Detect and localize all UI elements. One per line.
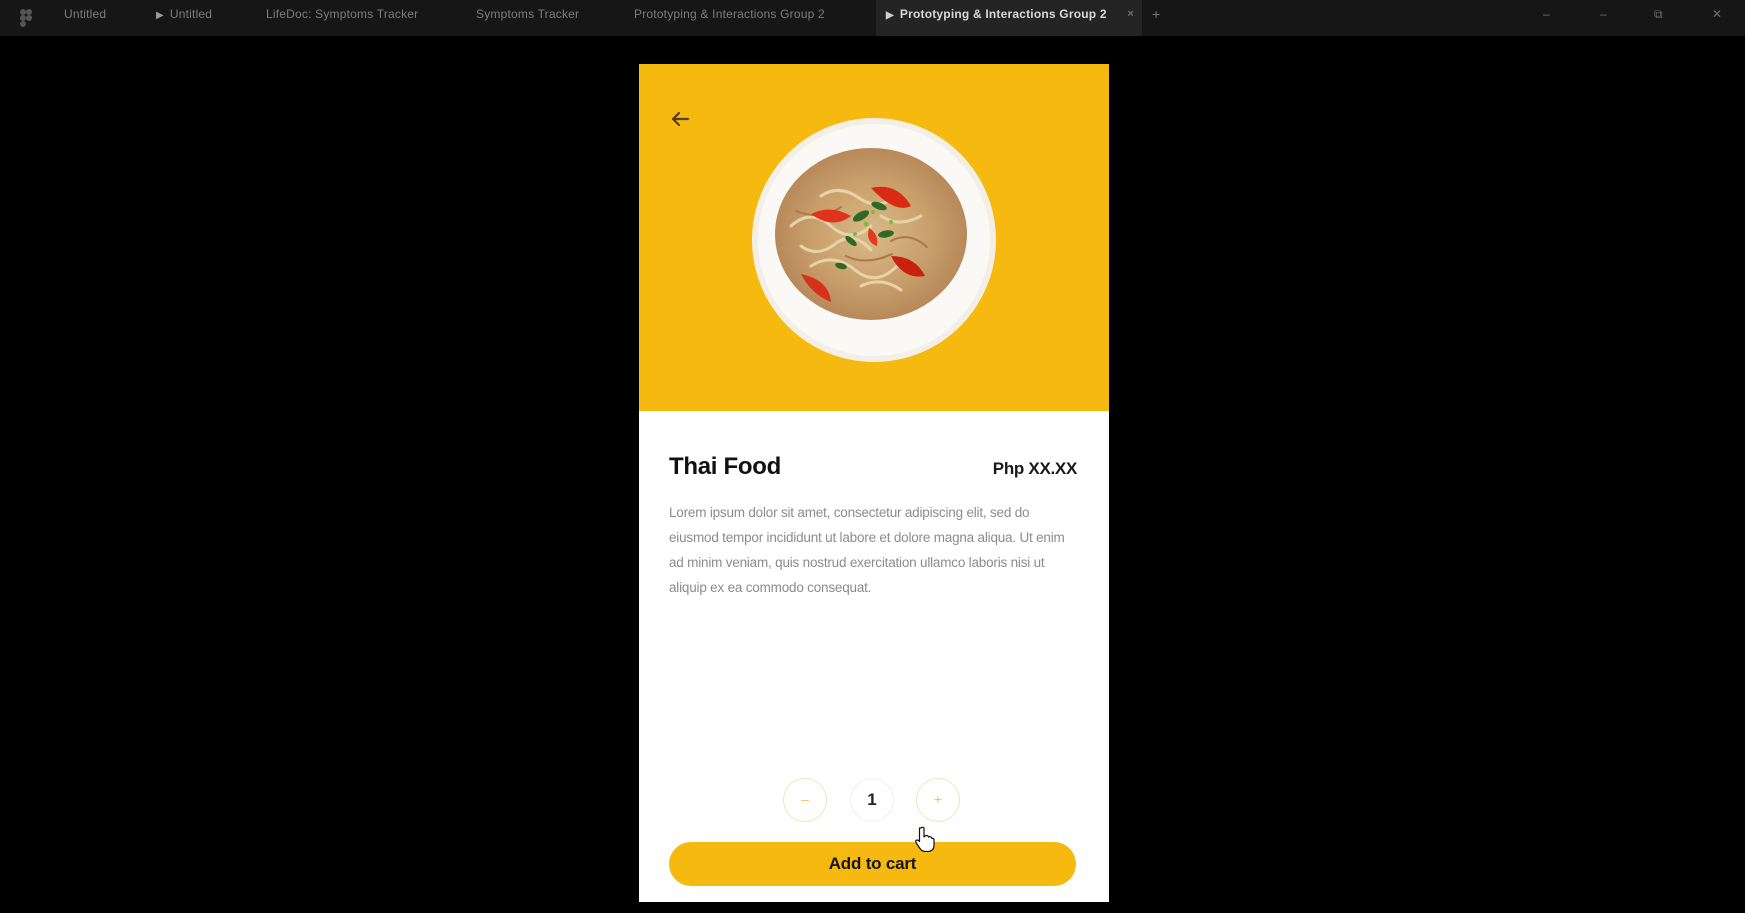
tab-label: Untitled — [64, 7, 107, 21]
food-plate-image — [752, 118, 996, 362]
tab-untitled-prototype[interactable]: ▶ Untitled — [156, 0, 266, 36]
quantity-decrease-button[interactable]: – — [783, 778, 827, 822]
new-tab-button[interactable]: + — [1152, 0, 1160, 28]
add-to-cart-button[interactable]: Add to cart — [669, 842, 1076, 886]
tab-prototyping-group-2[interactable]: Prototyping & Interactions Group 2 — [634, 0, 864, 36]
tab-lifedoc-symptoms-tracker[interactable]: LifeDoc: Symptoms Tracker — [266, 0, 456, 36]
tab-symptoms-tracker[interactable]: Symptoms Tracker — [476, 0, 626, 36]
window-minimize-icon[interactable]: – — [1600, 0, 1607, 28]
quantity-value: 1 — [850, 778, 894, 822]
restore-icon[interactable]: ⧉ — [1654, 0, 1663, 28]
quantity-increase-button[interactable]: + — [916, 778, 960, 822]
tab-label: LifeDoc: Symptoms Tracker — [266, 7, 419, 21]
product-title: Thai Food — [669, 453, 781, 480]
arrow-left-icon[interactable] — [668, 107, 692, 131]
close-tab-icon[interactable]: × — [1127, 0, 1134, 28]
play-icon: ▶ — [886, 10, 894, 21]
hero-banner — [639, 64, 1109, 411]
prototype-screen: Thai Food Php XX.XX Lorem ipsum dolor si… — [639, 64, 1109, 902]
close-window-icon[interactable]: ✕ — [1712, 0, 1722, 28]
tab-label: Untitled — [169, 7, 213, 21]
minimize-icon[interactable]: – — [1543, 0, 1550, 28]
tab-label: Prototyping & Interactions Group 2 — [634, 7, 825, 21]
figma-logo-icon[interactable] — [18, 8, 34, 28]
hand-pointer-icon — [915, 826, 935, 852]
tab-prototyping-group-2-active[interactable]: ▶ Prototyping & Interactions Group 2 × — [876, 0, 1142, 36]
product-description: Lorem ipsum dolor sit amet, consectetur … — [669, 505, 1065, 595]
tab-bar: Untitled ▶ Untitled LifeDoc: Symptoms Tra… — [0, 0, 1745, 36]
product-price: Php XX.XX — [992, 459, 1078, 478]
play-icon: ▶ — [156, 10, 164, 21]
tab-label: Prototyping & Interactions Group 2 — [899, 7, 1107, 21]
tab-label: Symptoms Tracker — [476, 7, 580, 21]
